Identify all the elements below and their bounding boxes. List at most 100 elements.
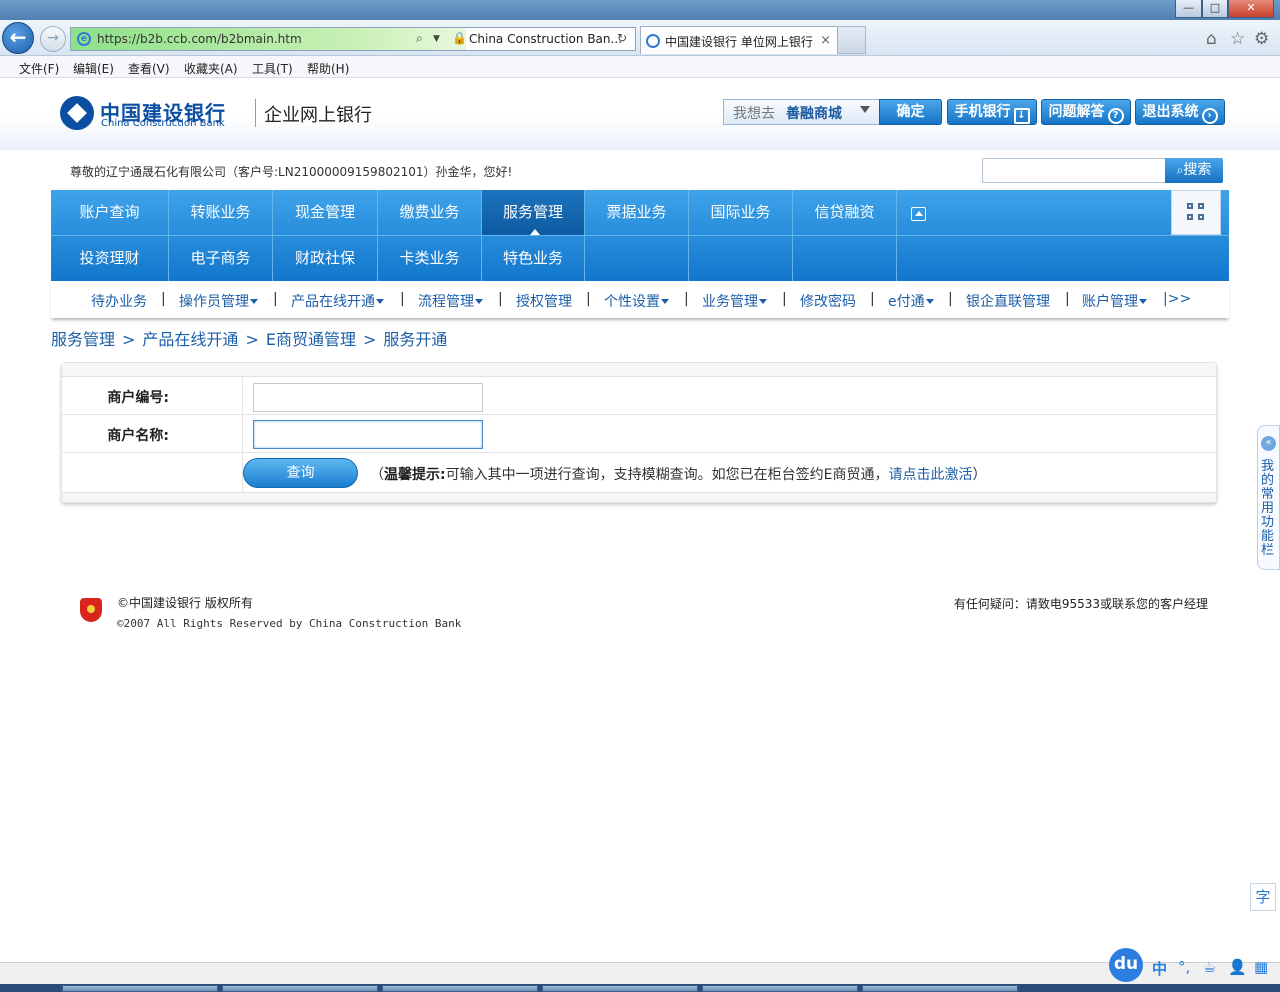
- favorite-functions-panel[interactable]: « 我的常用功能栏: [1257, 425, 1280, 570]
- logo-divider: [255, 99, 256, 127]
- subnav-workflow[interactable]: 流程管理: [418, 291, 483, 311]
- subnav-account[interactable]: 账户管理: [1082, 291, 1147, 311]
- subnav-bank-enterprise[interactable]: 银企直联管理: [966, 291, 1050, 311]
- font-size-button[interactable]: 字: [1250, 883, 1276, 911]
- breadcrumb-item[interactable]: E商贸通管理: [266, 330, 356, 349]
- browser-tab[interactable]: 中国建设银行 单位网上银行 ×: [640, 26, 838, 54]
- caret-down-icon: [475, 299, 483, 304]
- taskbar-button[interactable]: [542, 985, 698, 992]
- search-icon[interactable]: ⌕: [416, 31, 423, 46]
- ime-chinese-toggle[interactable]: 中: [1152, 958, 1167, 979]
- nav-label: 电子商务: [190, 249, 251, 267]
- new-tab-button[interactable]: [838, 26, 866, 54]
- tab-close-icon[interactable]: ×: [820, 33, 831, 48]
- subnav-epay[interactable]: e付通: [888, 291, 934, 311]
- nav-account-query[interactable]: 账户查询: [51, 190, 169, 235]
- confirm-button[interactable]: 确定: [879, 99, 942, 125]
- welcome-message: 尊敬的辽宁通晟石化有限公司（客户号:LN21000009159802101）孙金…: [70, 165, 513, 179]
- logout-button[interactable]: 退出系统 ›: [1135, 99, 1225, 125]
- nav-international[interactable]: 国际业务: [689, 190, 793, 235]
- subnav-label: 业务管理: [702, 294, 758, 310]
- nav-transfer[interactable]: 转账业务: [169, 190, 273, 235]
- nav-empty: [585, 236, 689, 281]
- minimize-button[interactable]: —: [1175, 0, 1202, 18]
- subnav-authorization[interactable]: 授权管理: [516, 291, 572, 311]
- mobile-bank-button[interactable]: 手机银行 ↓: [947, 99, 1037, 125]
- home-icon[interactable]: ⌂: [1206, 29, 1217, 49]
- goto-value: 善融商城: [786, 106, 842, 122]
- nav-ecommerce[interactable]: 电子商务: [169, 236, 273, 281]
- activate-link[interactable]: 请点击此激活: [888, 467, 972, 483]
- subnav-personal[interactable]: 个性设置: [604, 291, 669, 311]
- address-url[interactable]: https://b2b.ccb.com/b2bmain.htm: [97, 32, 302, 46]
- collapse-icon[interactable]: [911, 207, 926, 221]
- search-button[interactable]: ⌕搜索: [1165, 158, 1223, 183]
- refresh-icon[interactable]: ↻: [617, 31, 627, 45]
- subnav-more[interactable]: |>>: [1163, 291, 1191, 307]
- subnav-todo[interactable]: 待办业务: [91, 291, 147, 311]
- subnav-business[interactable]: 业务管理: [702, 291, 767, 311]
- menu-file[interactable]: 文件(F): [19, 60, 59, 77]
- taskbar-button[interactable]: [862, 985, 1018, 992]
- nav-payment[interactable]: 缴费业务: [378, 190, 482, 235]
- nav-featured[interactable]: 特色业务: [482, 236, 585, 281]
- subnav-product-online[interactable]: 产品在线开通: [291, 291, 384, 311]
- nav-finance-social[interactable]: 财政社保: [273, 236, 378, 281]
- close-window-button[interactable]: ✕: [1228, 0, 1274, 18]
- subnav-operator[interactable]: 操作员管理: [179, 291, 258, 311]
- settings-gear-icon[interactable]: ⚙: [1254, 29, 1269, 49]
- merchant-id-input[interactable]: [253, 383, 483, 412]
- merchant-name-input[interactable]: [253, 420, 483, 449]
- grid-icon: [1198, 214, 1204, 220]
- nav-service-management[interactable]: 服务管理: [482, 190, 585, 235]
- cup-icon[interactable]: ☕: [1203, 958, 1216, 976]
- search-input[interactable]: [982, 158, 1166, 183]
- ccb-logo-icon: [60, 96, 94, 130]
- dropdown-icon[interactable]: ▼: [433, 34, 440, 44]
- faq-button[interactable]: 问题解答?: [1041, 99, 1131, 125]
- forward-button[interactable]: →: [40, 26, 66, 52]
- grid-icon[interactable]: ▦: [1254, 958, 1268, 976]
- double-chevron-left-icon[interactable]: «: [1261, 436, 1276, 451]
- site-identity[interactable]: China Construction Ban...: [469, 32, 622, 46]
- taskbar-button[interactable]: [222, 985, 378, 992]
- user-icon[interactable]: 👤: [1228, 958, 1247, 976]
- nav-grid-button[interactable]: [1171, 190, 1221, 235]
- menu-view[interactable]: 查看(V): [128, 60, 170, 77]
- nav-cards[interactable]: 卡类业务: [378, 236, 482, 281]
- favorites-star-icon[interactable]: ☆: [1230, 29, 1245, 49]
- nav-credit[interactable]: 信贷融资: [793, 190, 897, 235]
- nav-label: 账户查询: [79, 203, 140, 221]
- taskbar-button[interactable]: [62, 985, 218, 992]
- nav-cash-management[interactable]: 现金管理: [273, 190, 378, 235]
- taskbar-button[interactable]: [382, 985, 538, 992]
- subnav-change-password[interactable]: 修改密码: [800, 291, 856, 311]
- subnav-label: 授权管理: [516, 294, 572, 310]
- nav-bills[interactable]: 票据业务: [585, 190, 689, 235]
- subnav-separator: |: [870, 291, 875, 307]
- chevron-down-icon[interactable]: [860, 106, 870, 113]
- taskbar-button[interactable]: [702, 985, 858, 992]
- baidu-ime-icon[interactable]: du: [1109, 948, 1143, 982]
- breadcrumb-item[interactable]: 产品在线开通: [142, 330, 238, 349]
- lock-icon[interactable]: 🔒: [452, 31, 467, 45]
- breadcrumb-item[interactable]: 服务管理: [51, 330, 115, 349]
- nav-label: 现金管理: [294, 203, 355, 221]
- menu-edit[interactable]: 编辑(E): [73, 60, 114, 77]
- back-button[interactable]: ←: [2, 22, 34, 54]
- window-titlebar: — □ ✕: [0, 0, 1280, 20]
- ime-punctuation-icon[interactable]: °,: [1178, 958, 1190, 976]
- tip-close: ）: [972, 467, 987, 483]
- nav-investment[interactable]: 投资理财: [51, 236, 169, 281]
- nav-empty: [793, 236, 897, 281]
- ccb-emblem-icon: [80, 598, 102, 622]
- subnav-separator: |: [400, 291, 405, 307]
- menu-favorites[interactable]: 收藏夹(A): [184, 60, 238, 77]
- menu-tools[interactable]: 工具(T): [252, 60, 293, 77]
- menu-help[interactable]: 帮助(H): [307, 60, 349, 77]
- maximize-button[interactable]: □: [1202, 0, 1228, 18]
- subnav-separator: |: [273, 291, 278, 307]
- address-bar[interactable]: e https://b2b.ccb.com/b2bmain.htm ⌕ ▼ 🔒 …: [70, 27, 636, 51]
- query-button[interactable]: 查询: [243, 458, 358, 488]
- chevron-right-icon: >: [362, 330, 377, 349]
